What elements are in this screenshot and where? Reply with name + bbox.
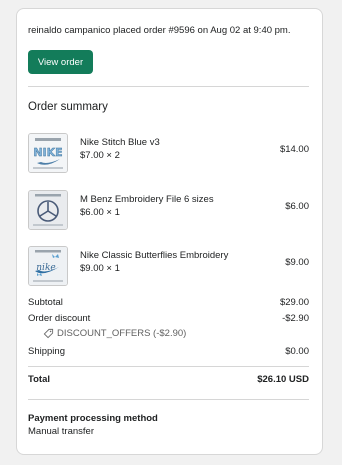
payment-method-title: Payment processing method: [28, 413, 158, 424]
line-item: M Benz Embroidery File 6 sizes $6.00 × 1…: [28, 190, 309, 232]
tag-icon: [43, 328, 54, 339]
shipping-row: Shipping $0.00: [28, 346, 309, 360]
subtotal-label: Subtotal: [28, 297, 63, 308]
item-name: Nike Classic Butterflies Embroidery: [80, 250, 229, 261]
discount-label: Order discount: [28, 313, 91, 324]
total-row: Total $26.10 USD: [28, 374, 309, 388]
total-value: $26.10 USD: [257, 374, 309, 385]
subtotal-row: Subtotal $29.00: [28, 297, 309, 311]
nike-stitch-thumbnail-icon: NIKE: [28, 133, 68, 173]
divider: [28, 399, 309, 400]
item-name: Nike Stitch Blue v3: [80, 137, 160, 148]
discount-code: DISCOUNT_OFFERS (-$2.90): [43, 328, 186, 339]
discount-row: Order discount -$2.90: [28, 313, 309, 327]
discount-code-text: DISCOUNT_OFFERS (-$2.90): [57, 328, 187, 339]
view-order-button[interactable]: View order: [28, 50, 93, 74]
order-intro-text: reinaldo campanico placed order #9596 on…: [28, 25, 291, 36]
payment-method-value: Manual transfer: [28, 426, 95, 437]
subtotal-value: $29.00: [279, 297, 309, 308]
divider: [28, 366, 309, 367]
item-price-quantity: $7.00 × 2: [80, 150, 120, 161]
item-price-quantity: $6.00 × 1: [80, 207, 120, 218]
discount-value: -$2.90: [282, 313, 309, 324]
line-item: nike Nike Classic Butterflies Embroidery…: [28, 246, 309, 288]
nike-butterflies-thumbnail-icon: nike: [28, 246, 68, 286]
total-label: Total: [28, 374, 50, 385]
divider: [28, 86, 309, 87]
item-name: M Benz Embroidery File 6 sizes: [80, 194, 214, 205]
item-total: $6.00: [285, 201, 309, 212]
order-summary-title: Order summary: [28, 101, 108, 113]
svg-text:NIKE: NIKE: [33, 146, 62, 159]
mercedes-logo-thumbnail-icon: [28, 190, 68, 230]
svg-text:nike: nike: [36, 263, 55, 273]
item-price-quantity: $9.00 × 1: [80, 263, 120, 274]
shipping-label: Shipping: [28, 346, 65, 357]
shipping-value: $0.00: [285, 346, 309, 357]
item-total: $14.00: [279, 144, 309, 155]
discount-code-row: DISCOUNT_OFFERS (-$2.90): [28, 328, 309, 342]
order-notification-card: reinaldo campanico placed order #9596 on…: [16, 8, 323, 455]
item-total: $9.00: [285, 257, 309, 268]
line-item: NIKE Nike Stitch Blue v3 $7.00 × 2 $14.0…: [28, 133, 309, 175]
